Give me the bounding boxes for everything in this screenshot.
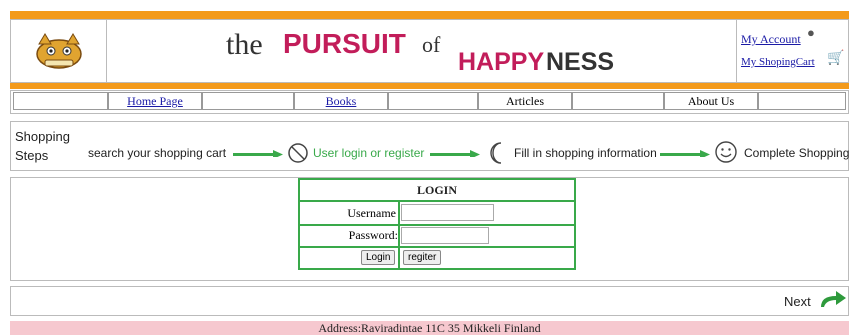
step-complete: Complete Shopping — [744, 146, 849, 160]
title-of: of — [422, 32, 441, 57]
title-ness: NESS — [546, 48, 615, 76]
logo-cell — [11, 20, 107, 82]
cat-logo-icon — [36, 33, 82, 69]
no-symbol-icon — [288, 143, 308, 163]
nav-home-link[interactable]: Home Page — [127, 94, 183, 108]
step-fill-info: Fill in shopping information — [514, 146, 657, 160]
step-search: search your shopping cart — [88, 146, 227, 160]
smiley-icon — [715, 141, 737, 163]
steps-heading-line1: Shopping — [15, 129, 70, 144]
nav-home[interactable]: Home Page — [108, 92, 202, 110]
row-divider-2 — [300, 224, 574, 226]
password-input[interactable] — [401, 227, 489, 244]
top-orange-bar — [10, 11, 849, 19]
arrow-1-icon — [233, 150, 283, 157]
login-title: LOGIN — [416, 183, 457, 197]
title-pursuit: PURSUIT — [283, 28, 406, 59]
button-divider — [398, 248, 400, 268]
steps-heading-line2: Steps — [15, 148, 49, 163]
my-account-link[interactable]: My Account — [741, 32, 801, 47]
password-label-border — [398, 226, 400, 248]
nav-books[interactable]: Books — [294, 92, 388, 110]
arrow-2-icon — [430, 150, 480, 157]
moon-icon — [490, 142, 502, 164]
nav-spacer-2 — [202, 92, 294, 110]
my-cart-link[interactable]: My ShopingCart — [741, 56, 827, 68]
address-text: Address:Raviradintae 11C 35 Mikkeli Finl… — [318, 321, 541, 335]
cart-icon: 🛒 — [827, 51, 845, 66]
site-title: the PURSUIT of HAPPY NESS — [216, 22, 636, 82]
password-label: Password: — [348, 228, 398, 242]
login-button[interactable]: Login — [361, 250, 396, 265]
nav-spacer-1 — [13, 92, 108, 110]
nav-books-link[interactable]: Books — [326, 94, 357, 108]
title-the: the — [226, 28, 263, 61]
username-input[interactable] — [401, 204, 494, 221]
next-label[interactable]: Next — [784, 294, 811, 309]
account-icon: ● — [807, 25, 815, 40]
header-orange-bar — [10, 83, 849, 89]
nav-articles[interactable]: Articles — [478, 92, 572, 110]
nav-about[interactable]: About Us — [664, 92, 758, 110]
nav-spacer-5 — [758, 92, 846, 110]
header: the PURSUIT of HAPPY NESS My Account ● M… — [10, 19, 849, 83]
next-arrow-icon[interactable] — [818, 290, 848, 308]
step-login: User login or register — [313, 146, 425, 160]
register-button[interactable]: regiter — [403, 250, 442, 265]
arrow-3-icon — [660, 150, 710, 157]
title-happy: HAPPY — [458, 48, 545, 76]
nav-spacer-4 — [572, 92, 664, 110]
nav-spacer-3 — [388, 92, 478, 110]
row-divider-3 — [300, 246, 574, 248]
row-divider-1 — [300, 200, 574, 202]
username-label: Username — [347, 206, 396, 220]
next-row — [10, 286, 849, 316]
login-form: LOGIN Username Password: Login regiter — [298, 178, 576, 270]
account-cell: My Account ● My ShopingCart 🛒 — [736, 20, 849, 82]
username-label-border — [398, 202, 400, 224]
